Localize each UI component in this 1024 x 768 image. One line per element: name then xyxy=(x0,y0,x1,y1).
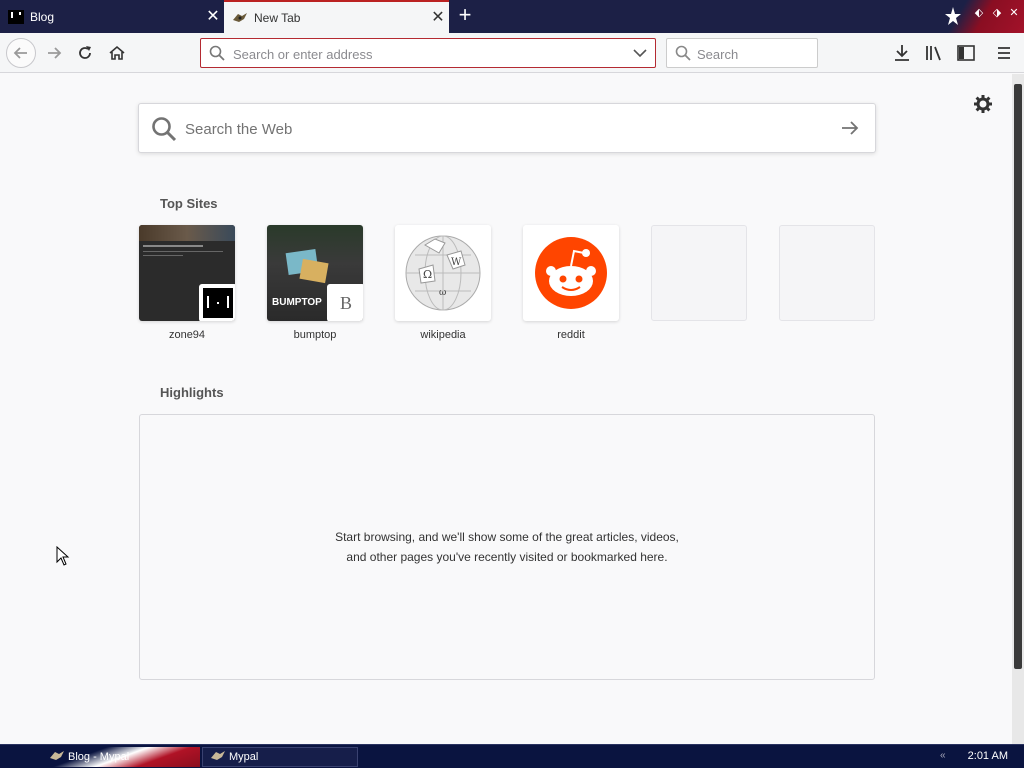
tab-strip: Blog ✕ New Tab ✕ + ⬖ ⬗ ✕ xyxy=(0,0,1024,33)
menu-button[interactable] xyxy=(990,39,1018,67)
top-site-tile[interactable]: zone94 xyxy=(139,225,235,341)
bumptop-thumb-caption: BUMPTOP xyxy=(272,297,322,308)
minimize-icon[interactable]: ⬖ xyxy=(972,6,986,20)
site-label: wikipedia xyxy=(420,329,466,341)
settings-gear-icon[interactable] xyxy=(973,94,993,114)
taskbar-item-label: Blog - Mypal xyxy=(68,751,130,763)
highlights-empty-message: Start browsing, and we'll show some of t… xyxy=(335,530,679,564)
tab-new-tab[interactable]: New Tab ✕ xyxy=(224,0,449,33)
sidebar-icon xyxy=(957,45,975,61)
taskbar-item-label: Mypal xyxy=(229,751,259,763)
svg-text:ω: ω xyxy=(439,288,446,298)
star-icon xyxy=(944,6,962,26)
empty-site-thumbnail xyxy=(651,225,747,321)
url-input[interactable] xyxy=(233,45,623,63)
home-button[interactable] xyxy=(103,39,131,67)
scrollbar-thumb[interactable] xyxy=(1014,84,1022,669)
chevron-down-icon[interactable] xyxy=(633,46,647,65)
downloads-button[interactable] xyxy=(888,39,916,67)
url-bar[interactable] xyxy=(200,38,656,68)
bumptop-badge: B xyxy=(327,284,363,321)
tray-arrow-icon[interactable]: « xyxy=(940,750,946,761)
library-icon xyxy=(926,46,941,61)
download-icon xyxy=(895,45,909,61)
zone94-badge-icon xyxy=(199,284,235,321)
new-tab-button[interactable]: + xyxy=(452,4,478,28)
mouse-cursor-icon xyxy=(56,545,70,571)
maximize-icon[interactable]: ⬗ xyxy=(990,6,1004,20)
top-site-tile[interactable]: BUMPTOP B bumptop xyxy=(267,225,363,341)
sidebar-button[interactable] xyxy=(952,39,980,67)
tab-title: New Tab xyxy=(254,10,301,25)
home-icon xyxy=(109,45,125,60)
reload-button[interactable] xyxy=(71,39,99,67)
close-tab-icon[interactable]: ✕ xyxy=(427,9,449,26)
search-icon xyxy=(675,45,691,66)
hamburger-menu-icon xyxy=(998,47,1010,59)
mypal-app-icon xyxy=(50,750,64,765)
site-label: zone94 xyxy=(168,329,206,341)
top-site-tile[interactable]: Ω W ω wikipedia xyxy=(395,225,491,341)
mypal-app-icon xyxy=(211,750,225,765)
arrow-right-icon[interactable] xyxy=(841,120,859,141)
top-sites-heading: Top Sites xyxy=(160,196,218,211)
taskbar-item-blog[interactable]: Blog - Mypal xyxy=(44,747,200,767)
site-label: reddit xyxy=(557,329,585,341)
taskbar: Blog - Mypal Mypal « 2:01 AM xyxy=(0,744,1024,768)
back-arrow-icon xyxy=(13,47,27,59)
tab-blog[interactable]: Blog ✕ xyxy=(0,0,224,33)
top-site-placeholder xyxy=(651,225,747,321)
top-site-placeholder xyxy=(779,225,875,321)
library-button[interactable] xyxy=(920,39,948,67)
vertical-scrollbar[interactable] xyxy=(1012,74,1024,744)
top-site-tile[interactable]: reddit xyxy=(523,225,619,341)
web-search-box[interactable] xyxy=(138,103,876,153)
empty-site-thumbnail xyxy=(779,225,875,321)
new-tab-page: Top Sites zone94 BUMPTOP B bumptop xyxy=(0,74,1012,744)
close-tab-icon[interactable]: ✕ xyxy=(202,8,224,25)
window-close-icon[interactable]: ✕ xyxy=(1007,6,1021,20)
web-search-input[interactable] xyxy=(185,118,805,140)
mypal-favicon-icon xyxy=(232,11,248,25)
highlights-panel: Start browsing, and we'll show some of t… xyxy=(139,414,875,680)
highlights-heading: Highlights xyxy=(160,385,224,400)
forward-button[interactable] xyxy=(40,39,68,67)
site-label: bumptop xyxy=(293,329,337,341)
site-thumbnail: BUMPTOP B xyxy=(267,225,363,321)
svg-text:Ω: Ω xyxy=(423,268,432,281)
taskbar-item-mypal[interactable]: Mypal xyxy=(202,747,358,767)
search-icon xyxy=(151,116,177,147)
tab-title: Blog xyxy=(30,9,55,24)
navigation-toolbar xyxy=(0,33,1024,73)
search-bar[interactable] xyxy=(666,38,818,68)
search-input[interactable] xyxy=(697,45,812,63)
reload-icon xyxy=(79,46,91,59)
back-button[interactable] xyxy=(6,38,36,68)
blog-favicon-icon xyxy=(8,9,24,24)
system-clock: 2:01 AM xyxy=(967,750,1008,762)
wikipedia-globe-icon: Ω W ω xyxy=(395,225,491,321)
site-thumbnail xyxy=(139,225,235,321)
forward-arrow-icon xyxy=(48,47,62,59)
reddit-alien-icon xyxy=(523,225,619,321)
search-icon xyxy=(209,45,225,66)
svg-text:W: W xyxy=(451,257,462,268)
